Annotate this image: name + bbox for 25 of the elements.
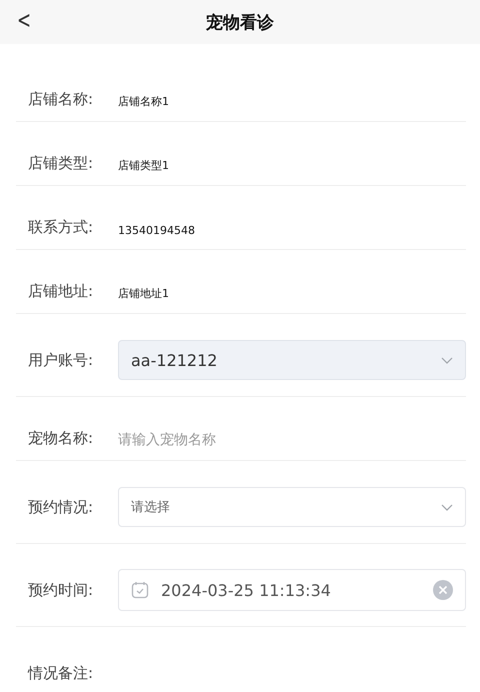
datetime-value: 2024-03-25 11:13:34 [161, 580, 332, 600]
back-button[interactable]: < [12, 4, 36, 36]
field-label: 店铺地址: [28, 282, 94, 301]
calendar-icon [131, 581, 149, 599]
field-label: 联系方式: [28, 218, 94, 237]
datetime-field[interactable]: 2024-03-25 11:13:34 [118, 569, 466, 611]
select-field[interactable]: 请选择 [118, 487, 466, 527]
field-value: 店铺地址1 [118, 286, 169, 301]
page-title: 宠物看诊 [206, 12, 274, 34]
field-label: 用户账号: [28, 350, 94, 370]
field-value: 店铺类型1 [118, 158, 169, 173]
select-value: aa-121212 [131, 350, 218, 370]
select-placeholder: 请选择 [131, 499, 171, 516]
field-value: 13540194548 [118, 224, 195, 237]
field-label: 宠物名称: [28, 429, 94, 448]
chevron-down-icon [441, 504, 453, 510]
chevron-down-icon [441, 356, 453, 364]
field-label: 预约情况: [28, 498, 94, 516]
field-label: 预约时间: [28, 580, 94, 600]
clear-icon[interactable] [433, 580, 453, 600]
field-label: 店铺类型: [28, 154, 94, 173]
field-label: 情况备注: [28, 664, 94, 683]
field-value: 店铺名称1 [118, 94, 169, 109]
field-label: 店铺名称: [28, 90, 94, 109]
input-field[interactable]: 请输入宠物名称 [118, 432, 466, 448]
